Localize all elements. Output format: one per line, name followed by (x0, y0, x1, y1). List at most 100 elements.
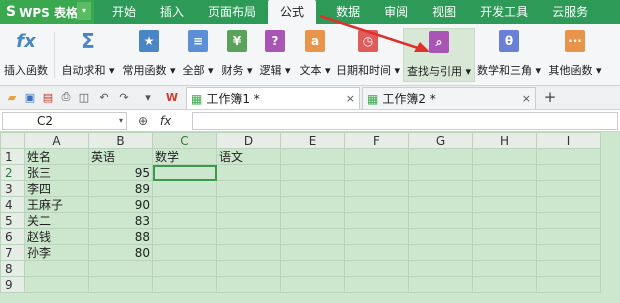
cell[interactable] (536, 212, 601, 229)
close-icon[interactable]: × (522, 92, 531, 105)
new-tab-icon[interactable]: + (542, 88, 558, 106)
cell[interactable] (344, 180, 409, 197)
cell-B5[interactable]: 83 (88, 212, 153, 229)
cell[interactable] (408, 212, 473, 229)
cell[interactable] (24, 260, 89, 277)
cell-C2-selected[interactable] (152, 164, 217, 181)
column-header-F[interactable]: F (344, 132, 409, 149)
tab-review[interactable]: 审阅 (372, 0, 420, 24)
formula-input[interactable] (192, 112, 618, 130)
tab-view[interactable]: 视图 (420, 0, 468, 24)
insert-function-button[interactable]: fx 插入函数 (2, 28, 50, 82)
cell-A3[interactable]: 李四 (24, 180, 89, 197)
tab-home[interactable]: 开始 (100, 0, 148, 24)
cell[interactable] (536, 196, 601, 213)
autosum-button[interactable]: Σ 自动求和 ▾ (58, 28, 118, 82)
row-header[interactable]: 7 (0, 244, 25, 261)
cell[interactable] (344, 228, 409, 245)
cell[interactable] (216, 196, 281, 213)
cell[interactable] (536, 164, 601, 181)
cell[interactable] (152, 196, 217, 213)
column-header-D[interactable]: D (216, 132, 281, 149)
cell-D1[interactable]: 语文 (216, 148, 281, 165)
cell-A1[interactable]: 姓名 (24, 148, 89, 165)
cell-A2[interactable]: 张三 (24, 164, 89, 181)
cell[interactable] (344, 212, 409, 229)
zoom-icon[interactable]: ⊕ (138, 114, 148, 128)
other-functions-button[interactable]: ··· 其他函数 ▾ (544, 28, 606, 82)
doc-tab-workbook2[interactable]: ▦ 工作簿2 * × (362, 87, 536, 109)
print-icon[interactable]: ⎙ (58, 89, 74, 105)
cell[interactable] (280, 260, 345, 277)
cell[interactable] (472, 164, 537, 181)
cell[interactable] (536, 148, 601, 165)
row-header[interactable]: 4 (0, 196, 25, 213)
wps-app-menu[interactable]: S WPS 表格 ▾ (0, 0, 94, 24)
chevron-down-icon[interactable]: ▾ (119, 113, 123, 129)
cell-B7[interactable]: 80 (88, 244, 153, 261)
cell-B6[interactable]: 88 (88, 228, 153, 245)
column-header-E[interactable]: E (280, 132, 345, 149)
cell[interactable] (472, 276, 537, 293)
cell[interactable] (216, 212, 281, 229)
row-header[interactable]: 3 (0, 180, 25, 197)
cell[interactable] (408, 196, 473, 213)
column-header-G[interactable]: G (408, 132, 473, 149)
cell[interactable] (88, 276, 153, 293)
cell[interactable] (408, 228, 473, 245)
cell[interactable] (536, 244, 601, 261)
math-trig-button[interactable]: θ 数学和三角 ▾ (476, 28, 542, 82)
cell[interactable] (24, 276, 89, 293)
cell[interactable] (216, 164, 281, 181)
cell[interactable] (280, 148, 345, 165)
tab-formulas[interactable]: 公式 (268, 0, 317, 24)
row-header[interactable]: 9 (0, 276, 25, 293)
cell[interactable] (216, 260, 281, 277)
fx-icon[interactable]: fx (160, 114, 171, 128)
cell[interactable] (344, 196, 409, 213)
cell[interactable] (536, 260, 601, 277)
text-button[interactable]: a 文本 ▾ (296, 28, 334, 82)
save-icon[interactable]: ▣ (22, 89, 38, 105)
logic-button[interactable]: ? 逻辑 ▾ (256, 28, 294, 82)
cell[interactable] (280, 276, 345, 293)
doc-tab-workbook1[interactable]: ▦ 工作簿1 * × (186, 87, 360, 109)
cell[interactable] (152, 260, 217, 277)
cell[interactable] (472, 212, 537, 229)
all-functions-button[interactable]: ≡ 全部 ▾ (180, 28, 216, 82)
row-header[interactable]: 8 (0, 260, 25, 277)
cell[interactable] (88, 260, 153, 277)
column-header-I[interactable]: I (536, 132, 601, 149)
row-header[interactable]: 5 (0, 212, 25, 229)
cell[interactable] (216, 276, 281, 293)
cell[interactable] (472, 196, 537, 213)
cell[interactable] (216, 228, 281, 245)
column-header-C[interactable]: C (152, 132, 217, 149)
close-icon[interactable]: × (346, 92, 355, 105)
cell-B1[interactable]: 英语 (88, 148, 153, 165)
cell[interactable] (280, 180, 345, 197)
column-header-B[interactable]: B (88, 132, 153, 149)
cell[interactable] (152, 180, 217, 197)
cell[interactable] (152, 212, 217, 229)
cell[interactable] (472, 148, 537, 165)
customize-dropdown-icon[interactable]: ▾ (140, 89, 156, 105)
cell[interactable] (152, 244, 217, 261)
tab-developer[interactable]: 开发工具 (468, 0, 540, 24)
cell[interactable] (408, 164, 473, 181)
tab-cloud[interactable]: 云服务 (540, 0, 600, 24)
cell[interactable] (280, 164, 345, 181)
app-menu-dropdown-icon[interactable]: ▾ (77, 2, 91, 20)
tab-insert[interactable]: 插入 (148, 0, 196, 24)
cell[interactable] (536, 228, 601, 245)
row-header[interactable]: 6 (0, 228, 25, 245)
cell[interactable] (344, 244, 409, 261)
name-box[interactable]: C2 ▾ (2, 112, 127, 130)
cell[interactable] (280, 196, 345, 213)
pdf-export-icon[interactable]: ▤ (40, 89, 56, 105)
open-folder-icon[interactable]: ▰ (4, 89, 20, 105)
cell-A6[interactable]: 赵钱 (24, 228, 89, 245)
cell-B2[interactable]: 95 (88, 164, 153, 181)
cell[interactable] (280, 228, 345, 245)
column-header-A[interactable]: A (24, 132, 89, 149)
